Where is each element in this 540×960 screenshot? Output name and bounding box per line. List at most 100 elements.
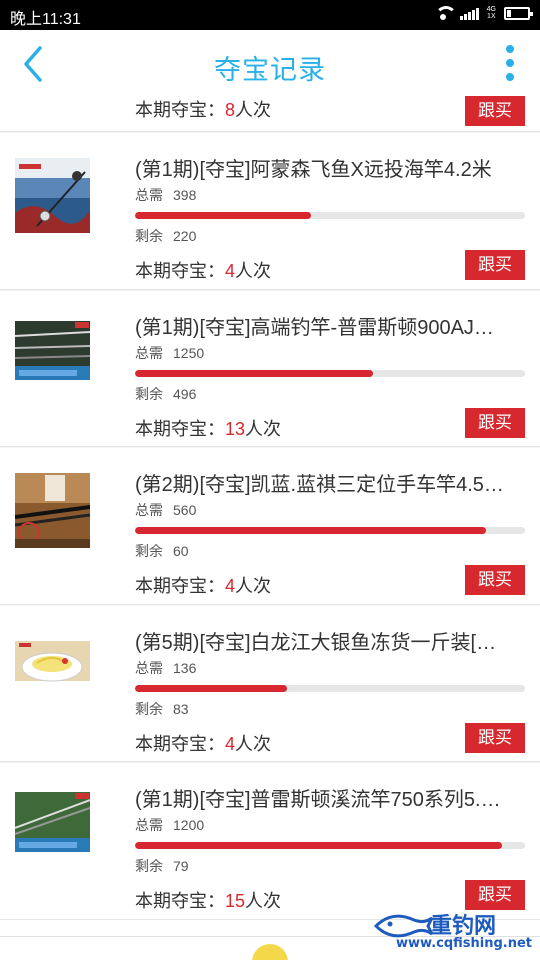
total-label: 总需 <box>135 187 163 203</box>
remain-value: 83 <box>173 700 189 717</box>
remain-label: 剩余 <box>135 385 163 402</box>
list-item[interactable]: (第2期)[夺宝]凯蓝.蓝祺三定位手车竿4.5… 总需 560 剩余 60 本期夺宝… <box>0 447 540 605</box>
item-total: 总需 136 <box>135 658 196 678</box>
app-header: 夺宝记录 <box>0 30 540 96</box>
progress-fill <box>135 212 311 219</box>
progress-bar <box>135 842 525 849</box>
participation-count: 4 <box>225 576 236 596</box>
item-title[interactable]: (第2期)[夺宝]凯蓝.蓝祺三定位手车竿4.5… <box>135 468 520 497</box>
progress-fill <box>135 842 502 849</box>
wifi-icon <box>434 6 457 20</box>
sea-rod-image <box>15 158 90 233</box>
total-value: 1200 <box>173 817 205 833</box>
item-remaining: 剩余 60 <box>135 541 189 561</box>
participation-unit: 人次 <box>245 418 282 439</box>
follow-buy-button[interactable]: 跟买 <box>465 250 525 280</box>
item-title[interactable]: (第1期)[夺宝]普雷斯顿溪流竿750系列5.… <box>135 783 520 812</box>
item-total: 总需 398 <box>135 185 196 205</box>
item-participation: 本期夺宝：4人次 <box>135 730 271 756</box>
total-value: 560 <box>173 502 197 518</box>
participation-label: 本期夺宝： <box>135 100 225 120</box>
remain-label: 剩余 <box>135 228 163 244</box>
remain-value: 496 <box>173 385 197 402</box>
participation-count: 8 <box>225 100 236 120</box>
status-time: 晚上11:31 <box>10 11 81 28</box>
remain-value: 60 <box>173 543 189 559</box>
list-item[interactable]: (第1期)[夺宝]阿蒙森飞鱼X远投海竿4.2米 总需 398 剩余 220 本期夺宝… <box>0 132 540 290</box>
total-value: 398 <box>173 187 197 203</box>
product-thumbnail[interactable] <box>15 630 90 706</box>
product-thumbnail[interactable] <box>15 315 90 391</box>
network-type-bottom: 1X <box>487 13 496 20</box>
participation-unit: 人次 <box>235 261 272 281</box>
item-total: 总需 1250 <box>135 343 204 363</box>
participation-count: 13 <box>225 418 246 439</box>
item-remaining: 剩余 79 <box>135 856 189 876</box>
participation-count: 4 <box>225 261 236 281</box>
item-total: 总需 1200 <box>135 815 204 835</box>
item-remaining: 剩余 220 <box>135 226 196 246</box>
progress-bar <box>135 212 525 219</box>
item-remaining: 剩余 83 <box>135 699 189 719</box>
product-thumbnail[interactable] <box>15 158 90 233</box>
floating-action-button[interactable] <box>252 944 288 960</box>
list-item[interactable]: (第1期)[夺宝]普雷斯顿溪流竿750系列5.… 总需 1200 剩余 79 本期夺… <box>0 762 540 920</box>
participation-count: 4 <box>225 733 236 754</box>
participation-unit: 人次 <box>245 891 282 911</box>
list-item: 本期夺宝：8人次 跟买 <box>0 96 540 132</box>
participation-label: 本期夺宝： <box>135 891 225 911</box>
signal-icon <box>459 6 479 20</box>
follow-buy-button[interactable]: 跟买 <box>465 407 525 438</box>
participation-unit: 人次 <box>235 576 272 596</box>
progress-bar <box>135 684 525 692</box>
item-title[interactable]: (第1期)[夺宝]高端钓竿-普雷斯顿900AJ… <box>135 311 520 340</box>
total-label: 总需 <box>135 817 163 833</box>
site-watermark: 重钓网 www.cqfishing.net <box>374 906 534 956</box>
silver-fish-image <box>15 630 90 706</box>
list-item[interactable]: (第5期)[夺宝]白龙江大银鱼冻货一斤装[… 总需 136 剩余 83 本期夺宝：4… <box>0 604 540 762</box>
remain-value: 79 <box>173 858 189 874</box>
remain-label: 剩余 <box>135 543 163 559</box>
stream-rod-image <box>15 788 90 863</box>
product-thumbnail[interactable] <box>15 473 90 548</box>
more-dot-icon <box>506 73 514 81</box>
remain-label: 剩余 <box>135 858 163 874</box>
item-participation: 本期夺宝：8人次 <box>135 96 271 122</box>
progress-fill <box>135 684 288 692</box>
progress-fill <box>135 369 373 377</box>
more-dot-icon <box>506 45 514 53</box>
total-label: 总需 <box>135 502 163 518</box>
item-title[interactable]: (第1期)[夺宝]阿蒙森飞鱼X远投海竿4.2米 <box>135 153 520 182</box>
participation-label: 本期夺宝： <box>135 733 225 754</box>
progress-fill <box>135 527 486 534</box>
follow-buy-button[interactable]: 跟买 <box>465 722 525 753</box>
item-participation: 本期夺宝：4人次 <box>135 572 271 598</box>
item-remaining: 剩余 496 <box>135 384 196 404</box>
product-thumbnail[interactable] <box>15 788 90 863</box>
item-participation: 本期夺宝：15人次 <box>135 887 281 913</box>
item-participation: 本期夺宝：13人次 <box>135 415 281 441</box>
item-participation: 本期夺宝：4人次 <box>135 257 271 283</box>
battery-icon <box>504 6 533 20</box>
remain-label: 剩余 <box>135 700 163 717</box>
total-value: 136 <box>173 659 197 676</box>
follow-buy-button[interactable]: 跟买 <box>465 96 525 126</box>
remain-value: 220 <box>173 228 197 244</box>
item-total: 总需 560 <box>135 500 196 520</box>
status-bar: 晚上11:31 4G 1X <box>0 0 540 30</box>
network-type-top: 4G <box>486 6 496 13</box>
more-menu-button[interactable] <box>504 45 516 83</box>
participation-label: 本期夺宝： <box>135 576 225 596</box>
participation-unit: 人次 <box>235 733 272 754</box>
item-title[interactable]: (第5期)[夺宝]白龙江大银鱼冻货一斤装[… <box>135 626 520 655</box>
record-list: 本期夺宝：8人次 跟买 (第1期)[夺宝]阿蒙森飞鱼X远投海竿4.2米 总需 39… <box>0 96 540 920</box>
participation-label: 本期夺宝： <box>135 418 225 439</box>
progress-bar <box>135 369 525 377</box>
list-item[interactable]: (第1期)[夺宝]高端钓竿-普雷斯顿900AJ… 总需 1250 剩余 496 本期… <box>0 289 540 447</box>
participation-unit: 人次 <box>235 100 272 120</box>
follow-buy-button[interactable]: 跟买 <box>465 565 525 595</box>
page-title: 夺宝记录 <box>214 55 326 85</box>
total-label: 总需 <box>135 659 163 676</box>
fishing-rod-image <box>15 315 90 391</box>
watermark-url: www.cqfishing.net <box>396 936 533 951</box>
